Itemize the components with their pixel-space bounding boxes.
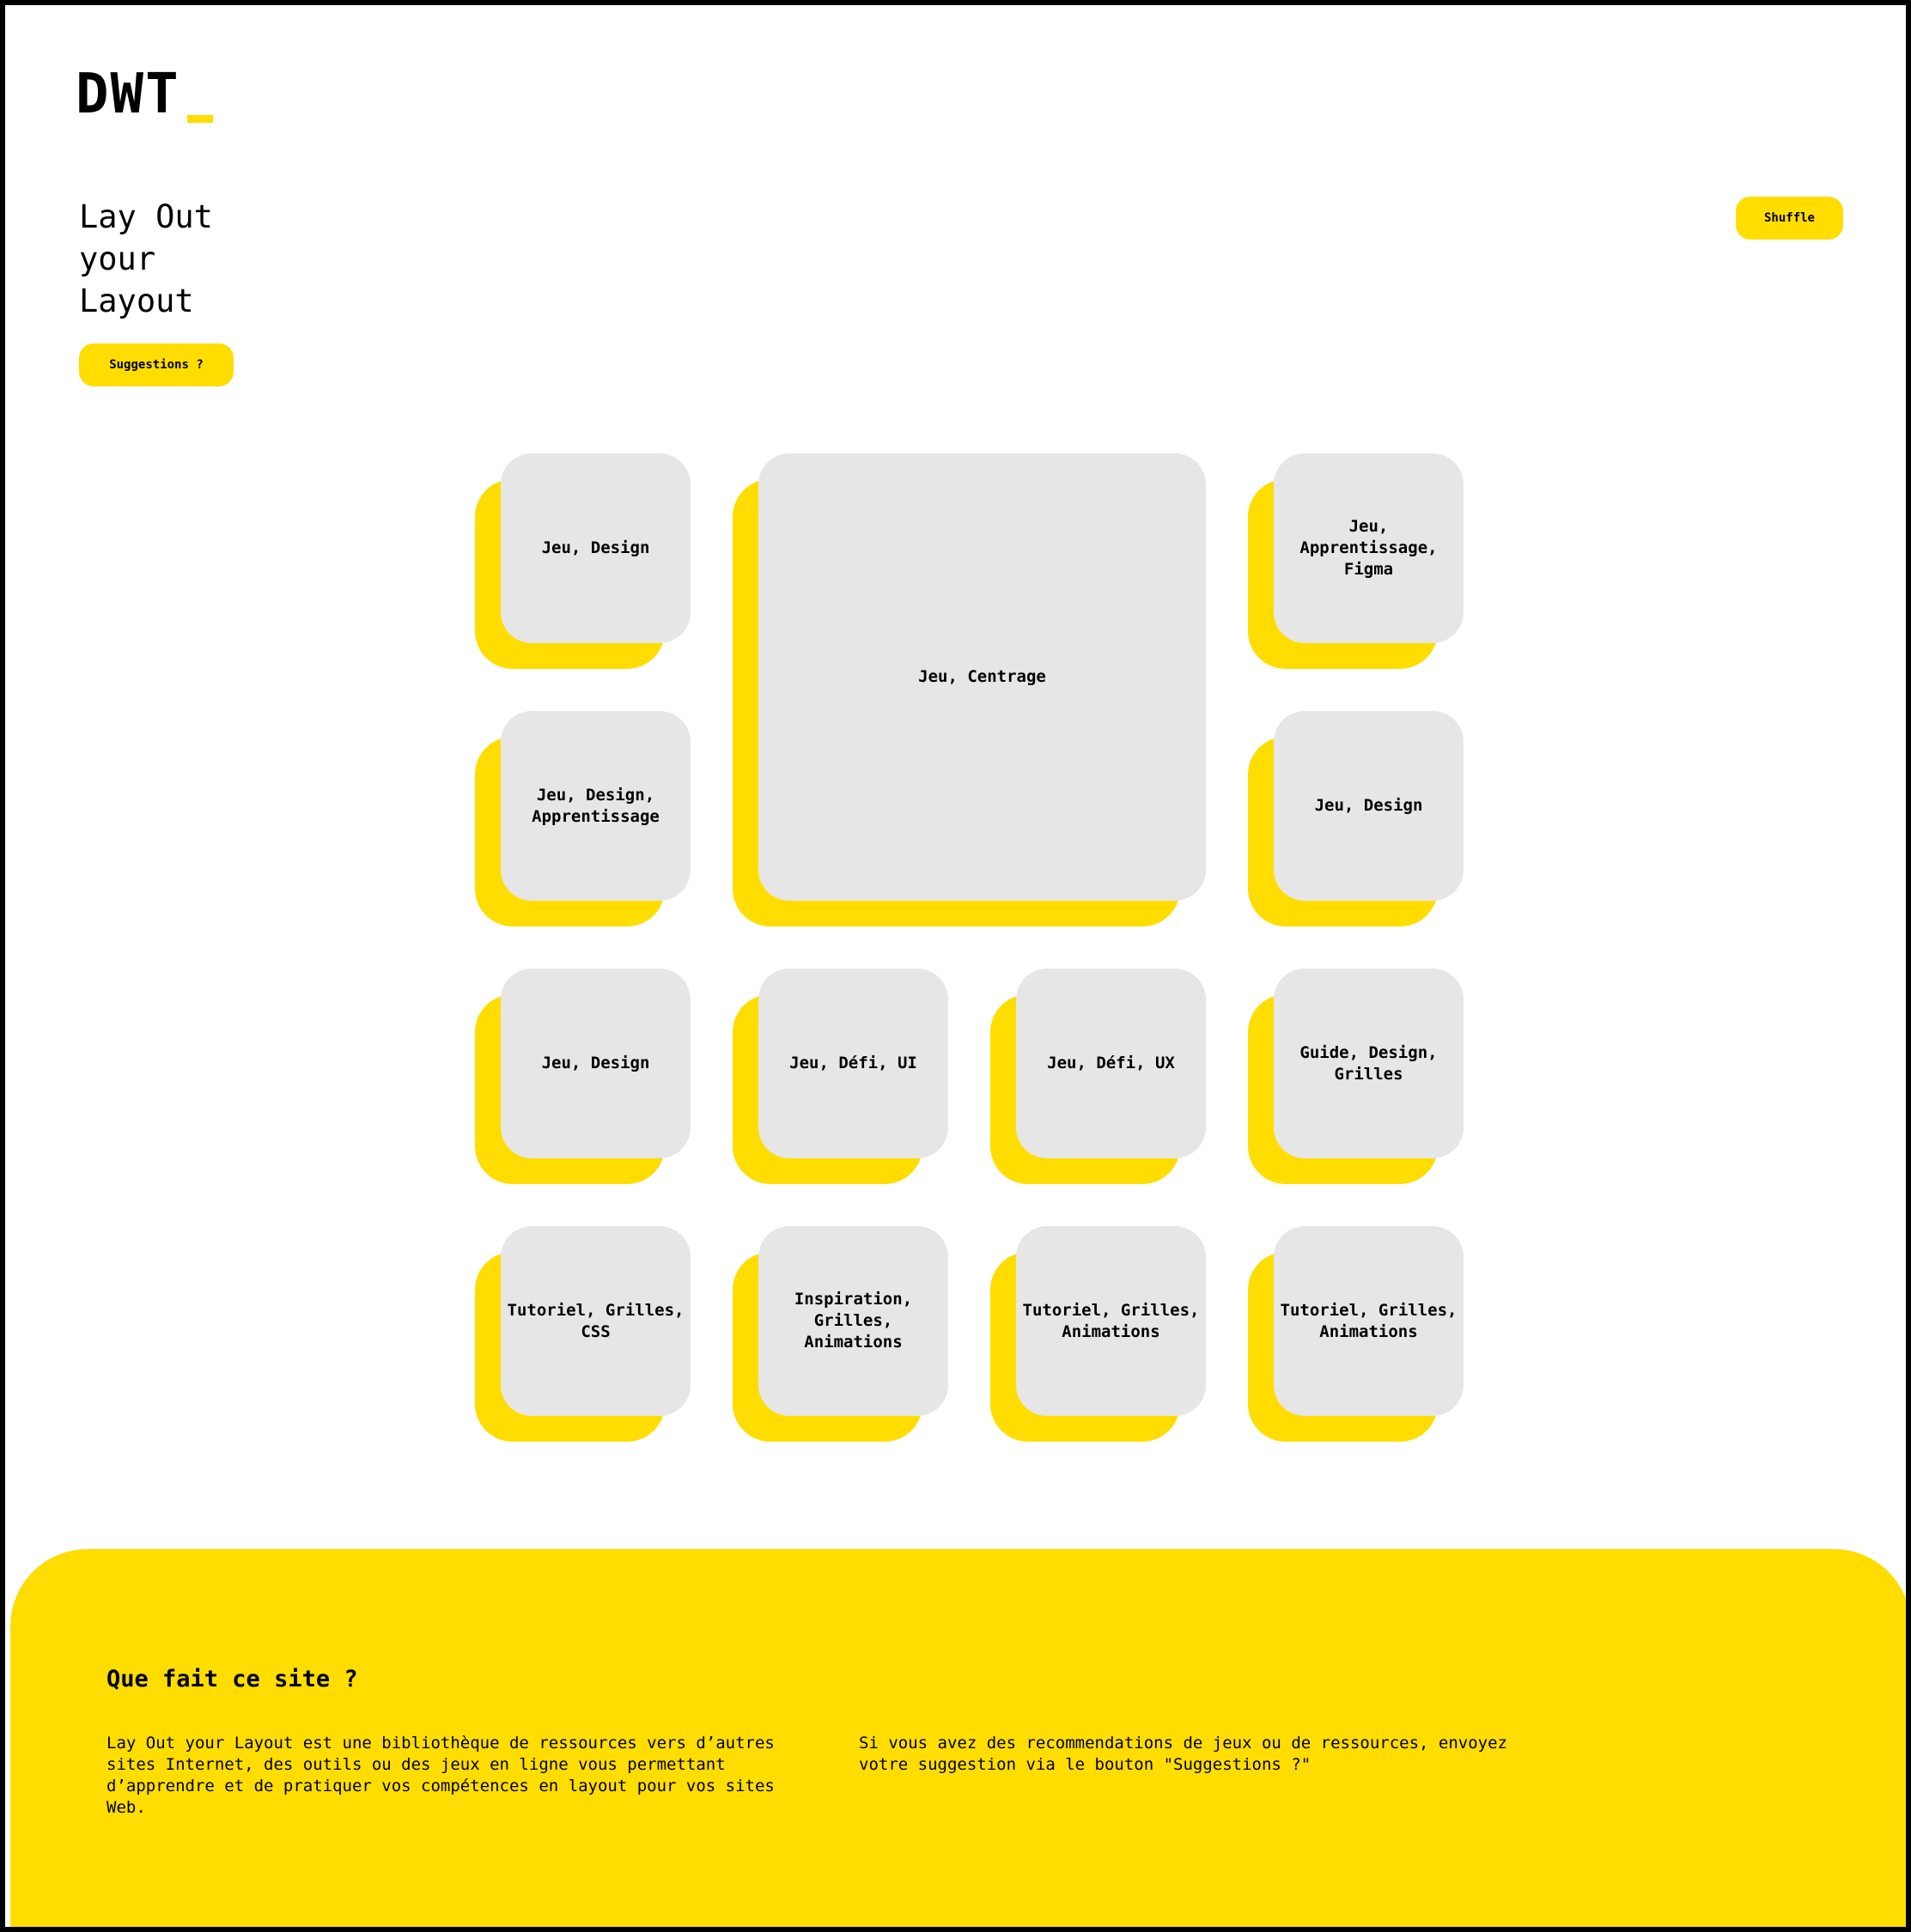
- resource-card[interactable]: Tutoriel, Grilles, Animations: [1248, 1226, 1464, 1442]
- card-face: Tutoriel, Grilles, CSS: [501, 1226, 691, 1416]
- card-face: Guide, Design, Grilles: [1274, 969, 1464, 1158]
- resource-card[interactable]: Jeu, Défi, UX: [990, 969, 1206, 1184]
- card-tags: Tutoriel, Grilles, Animations: [1280, 1300, 1458, 1341]
- card-face: Jeu, Design: [1274, 711, 1464, 901]
- resource-card[interactable]: Jeu, Design: [475, 969, 691, 1184]
- resource-card[interactable]: Tutoriel, Grilles, Animations: [990, 1226, 1206, 1442]
- resource-card[interactable]: Jeu, Design, Apprentissage: [475, 711, 691, 927]
- card-tags: Jeu, Défi, UI: [789, 1054, 917, 1072]
- footer: Que fait ce site ? Lay Out your Layout e…: [10, 1549, 1906, 1927]
- card-tags: Jeu, Design: [541, 1054, 650, 1072]
- card-face: Jeu, Design: [501, 969, 691, 1158]
- resource-card[interactable]: Inspiration, Grilles, Animations: [733, 1226, 948, 1442]
- card-tags: Inspiration, Grilles, Animations: [794, 1290, 913, 1352]
- card-face: Jeu, Design: [501, 453, 691, 643]
- card-face: Jeu, Défi, UI: [758, 969, 948, 1158]
- card-tags: Tutoriel, Grilles, Animations: [1022, 1300, 1200, 1341]
- page-frame: DWT Lay Out your Layout Suggestions ? Sh…: [0, 0, 1911, 1932]
- card-tags: Jeu, Apprentissage, Figma: [1299, 517, 1438, 579]
- footer-title: Que fait ce site ?: [107, 1666, 358, 1692]
- logo[interactable]: DWT: [76, 67, 180, 122]
- card-tags: Tutoriel, Grilles, CSS: [507, 1300, 685, 1341]
- suggestions-button[interactable]: Suggestions ?: [79, 343, 234, 386]
- card-face: Jeu, Centrage: [758, 453, 1206, 901]
- card-face: Jeu, Design, Apprentissage: [501, 711, 691, 901]
- resource-card[interactable]: Jeu, Défi, UI: [733, 969, 948, 1184]
- card-tags: Jeu, Design: [1314, 796, 1423, 815]
- card-tags: Jeu, Défi, UX: [1047, 1054, 1175, 1072]
- card-face: Inspiration, Grilles, Animations: [758, 1226, 948, 1416]
- resource-card[interactable]: Guide, Design, Grilles: [1248, 969, 1464, 1184]
- logo-cursor-mark: [187, 115, 213, 123]
- resource-card[interactable]: Jeu, Design: [475, 453, 691, 669]
- card-face: Jeu, Défi, UX: [1016, 969, 1206, 1158]
- card-face: Jeu, Apprentissage, Figma: [1274, 453, 1464, 643]
- card-tags: Jeu, Design, Apprentissage: [532, 785, 660, 826]
- card-tags: Jeu, Centrage: [918, 667, 1046, 686]
- card-tags: Jeu, Design: [541, 538, 650, 557]
- footer-description: Lay Out your Layout est une bibliothèque…: [107, 1734, 775, 1817]
- page-title: Lay Out your Layout: [79, 198, 213, 319]
- card-face: Tutoriel, Grilles, Animations: [1016, 1226, 1206, 1416]
- footer-suggestion-note: Si vous avez des recommendations de jeux…: [859, 1734, 1507, 1774]
- card-face: Tutoriel, Grilles, Animations: [1274, 1226, 1464, 1416]
- resource-card[interactable]: Jeu, Centrage: [733, 453, 1206, 927]
- card-tags: Guide, Design, Grilles: [1299, 1042, 1438, 1084]
- shuffle-button[interactable]: Shuffle: [1736, 197, 1843, 240]
- resource-card[interactable]: Jeu, Apprentissage, Figma: [1248, 453, 1464, 669]
- resource-card[interactable]: Jeu, Design: [1248, 711, 1464, 927]
- resource-card[interactable]: Tutoriel, Grilles, CSS: [475, 1226, 691, 1442]
